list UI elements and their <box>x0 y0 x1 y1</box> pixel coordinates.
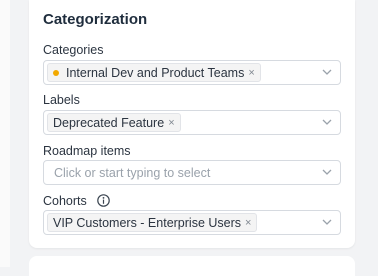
info-icon[interactable] <box>97 193 111 207</box>
labels-select[interactable]: Deprecated Feature × <box>43 110 341 135</box>
category-color-dot <box>53 69 59 76</box>
chevron-down-icon[interactable] <box>322 219 332 226</box>
categories-label: Categories <box>43 43 104 57</box>
remove-chip-icon[interactable]: × <box>245 217 251 229</box>
chevron-down-icon[interactable] <box>322 119 332 126</box>
roadmap-items-label: Roadmap items <box>43 144 131 158</box>
chevron-down-icon[interactable] <box>322 69 332 76</box>
roadmap-items-placeholder: Click or start typing to select <box>54 166 211 180</box>
cohorts-label-row: Cohorts <box>43 193 111 208</box>
label-chip-text: Deprecated Feature <box>53 115 165 130</box>
section-title: Categorization <box>43 11 148 28</box>
remove-chip-icon[interactable]: × <box>248 67 254 79</box>
cohort-chip-label: VIP Customers - Enterprise Users <box>53 215 242 230</box>
cohorts-label: Cohorts <box>43 194 87 208</box>
remove-chip-icon[interactable]: × <box>168 117 174 129</box>
labels-label: Labels <box>43 93 80 107</box>
cohort-chip: VIP Customers - Enterprise Users × <box>47 213 258 232</box>
category-chip-label: Internal Dev and Product Teams <box>66 65 245 80</box>
category-chip: Internal Dev and Product Teams × <box>47 63 261 82</box>
cohorts-select[interactable]: VIP Customers - Enterprise Users × <box>43 210 341 235</box>
chevron-down-icon[interactable] <box>322 169 332 176</box>
roadmap-items-select[interactable]: Click or start typing to select <box>43 160 341 185</box>
categories-select[interactable]: Internal Dev and Product Teams × <box>43 60 341 85</box>
categorization-card: Categorization Categories Internal Dev a… <box>29 0 355 248</box>
label-chip: Deprecated Feature × <box>47 113 181 132</box>
left-panel-edge <box>0 0 10 267</box>
next-section-card <box>29 256 355 276</box>
